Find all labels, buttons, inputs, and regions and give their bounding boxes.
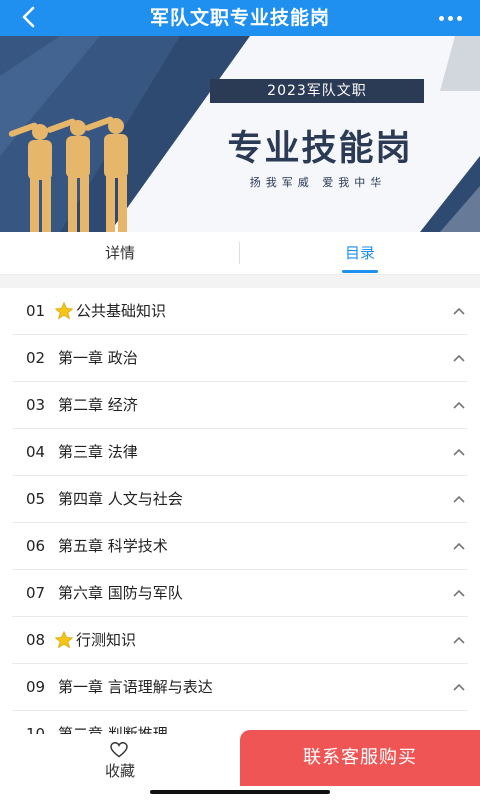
item-number: 04 bbox=[26, 443, 46, 461]
item-number: 05 bbox=[26, 490, 46, 508]
list-item[interactable]: 07 第六章 国防与军队 bbox=[12, 570, 468, 617]
item-number: 01 bbox=[26, 302, 46, 320]
item-label: 行测知识 bbox=[76, 631, 137, 649]
star-icon bbox=[54, 630, 74, 649]
star-icon bbox=[54, 301, 74, 320]
item-label: 第一章 政治 bbox=[58, 349, 138, 367]
item-number: 07 bbox=[26, 584, 46, 602]
course-banner: 2023军队文职 专业技能岗 扬我军威 爱我中华 bbox=[0, 36, 480, 232]
page-title: 军队文职专业技能岗 bbox=[149, 7, 330, 29]
item-number: 09 bbox=[26, 678, 46, 696]
item-label: 第六章 国防与军队 bbox=[58, 584, 183, 602]
item-label: 第四章 人文与社会 bbox=[58, 490, 183, 508]
list-item[interactable]: 08 行测知识 bbox=[12, 617, 468, 664]
tab-details[interactable]: 详情 bbox=[0, 232, 240, 274]
tab-catalog[interactable]: 目录 bbox=[240, 232, 480, 274]
favorite-label: 收藏 bbox=[104, 762, 135, 780]
item-label: 第二章 经济 bbox=[58, 396, 138, 414]
active-tab-indicator bbox=[342, 270, 378, 273]
chevron-up-icon[interactable] bbox=[452, 633, 466, 647]
chevron-up-icon[interactable] bbox=[452, 680, 466, 694]
chevron-up-icon[interactable] bbox=[452, 445, 466, 459]
item-number: 03 bbox=[26, 396, 46, 414]
list-item[interactable]: 01 公共基础知识 bbox=[12, 288, 468, 335]
list-item[interactable]: 09 第一章 言语理解与表达 bbox=[12, 664, 468, 711]
item-number: 08 bbox=[26, 631, 46, 649]
banner-year-label: 2023军队文职 bbox=[210, 79, 424, 103]
contact-service-buy-button[interactable]: 联系客服购买 bbox=[240, 730, 480, 786]
list-item[interactable]: 04 第三章 法律 bbox=[12, 429, 468, 476]
top-app-bar: 军队文职专业技能岗 bbox=[0, 0, 480, 36]
chevron-up-icon[interactable] bbox=[452, 586, 466, 600]
list-item[interactable]: 03 第二章 经济 bbox=[12, 382, 468, 429]
list-item[interactable]: 02 第一章 政治 bbox=[12, 335, 468, 382]
chevron-up-icon[interactable] bbox=[452, 304, 466, 318]
banner-slogan: 扬我军威 爱我中华 bbox=[249, 176, 387, 189]
item-number: 02 bbox=[26, 349, 46, 367]
item-label: 第一章 言语理解与表达 bbox=[58, 678, 213, 696]
list-item[interactable]: 05 第四章 人文与社会 bbox=[12, 476, 468, 523]
banner-title: 专业技能岗 bbox=[227, 129, 413, 169]
tab-bar: 详情 目录 bbox=[0, 232, 480, 275]
heart-icon bbox=[110, 742, 128, 758]
more-dots-icon bbox=[438, 15, 444, 21]
item-label: 第二章 判断推理 bbox=[58, 725, 168, 734]
item-number: 06 bbox=[26, 537, 46, 555]
more-button[interactable] bbox=[432, 3, 468, 33]
chevron-up-icon[interactable] bbox=[452, 398, 466, 412]
item-label: 第三章 法律 bbox=[58, 443, 138, 461]
item-number: 10 bbox=[26, 725, 46, 734]
item-label: 公共基础知识 bbox=[76, 302, 167, 320]
favorite-button[interactable]: 收藏 bbox=[80, 734, 160, 790]
chevron-up-icon[interactable] bbox=[452, 351, 466, 365]
chevron-up-icon[interactable] bbox=[452, 539, 466, 553]
item-label: 第五章 科学技术 bbox=[58, 537, 168, 555]
list-item[interactable]: 06 第五章 科学技术 bbox=[12, 523, 468, 570]
catalog-list: 01 公共基础知识 02 第一章 政治 03 第二章 经济 04 第三章 法律 … bbox=[0, 288, 480, 734]
chevron-up-icon[interactable] bbox=[452, 492, 466, 506]
home-indicator bbox=[150, 790, 330, 794]
